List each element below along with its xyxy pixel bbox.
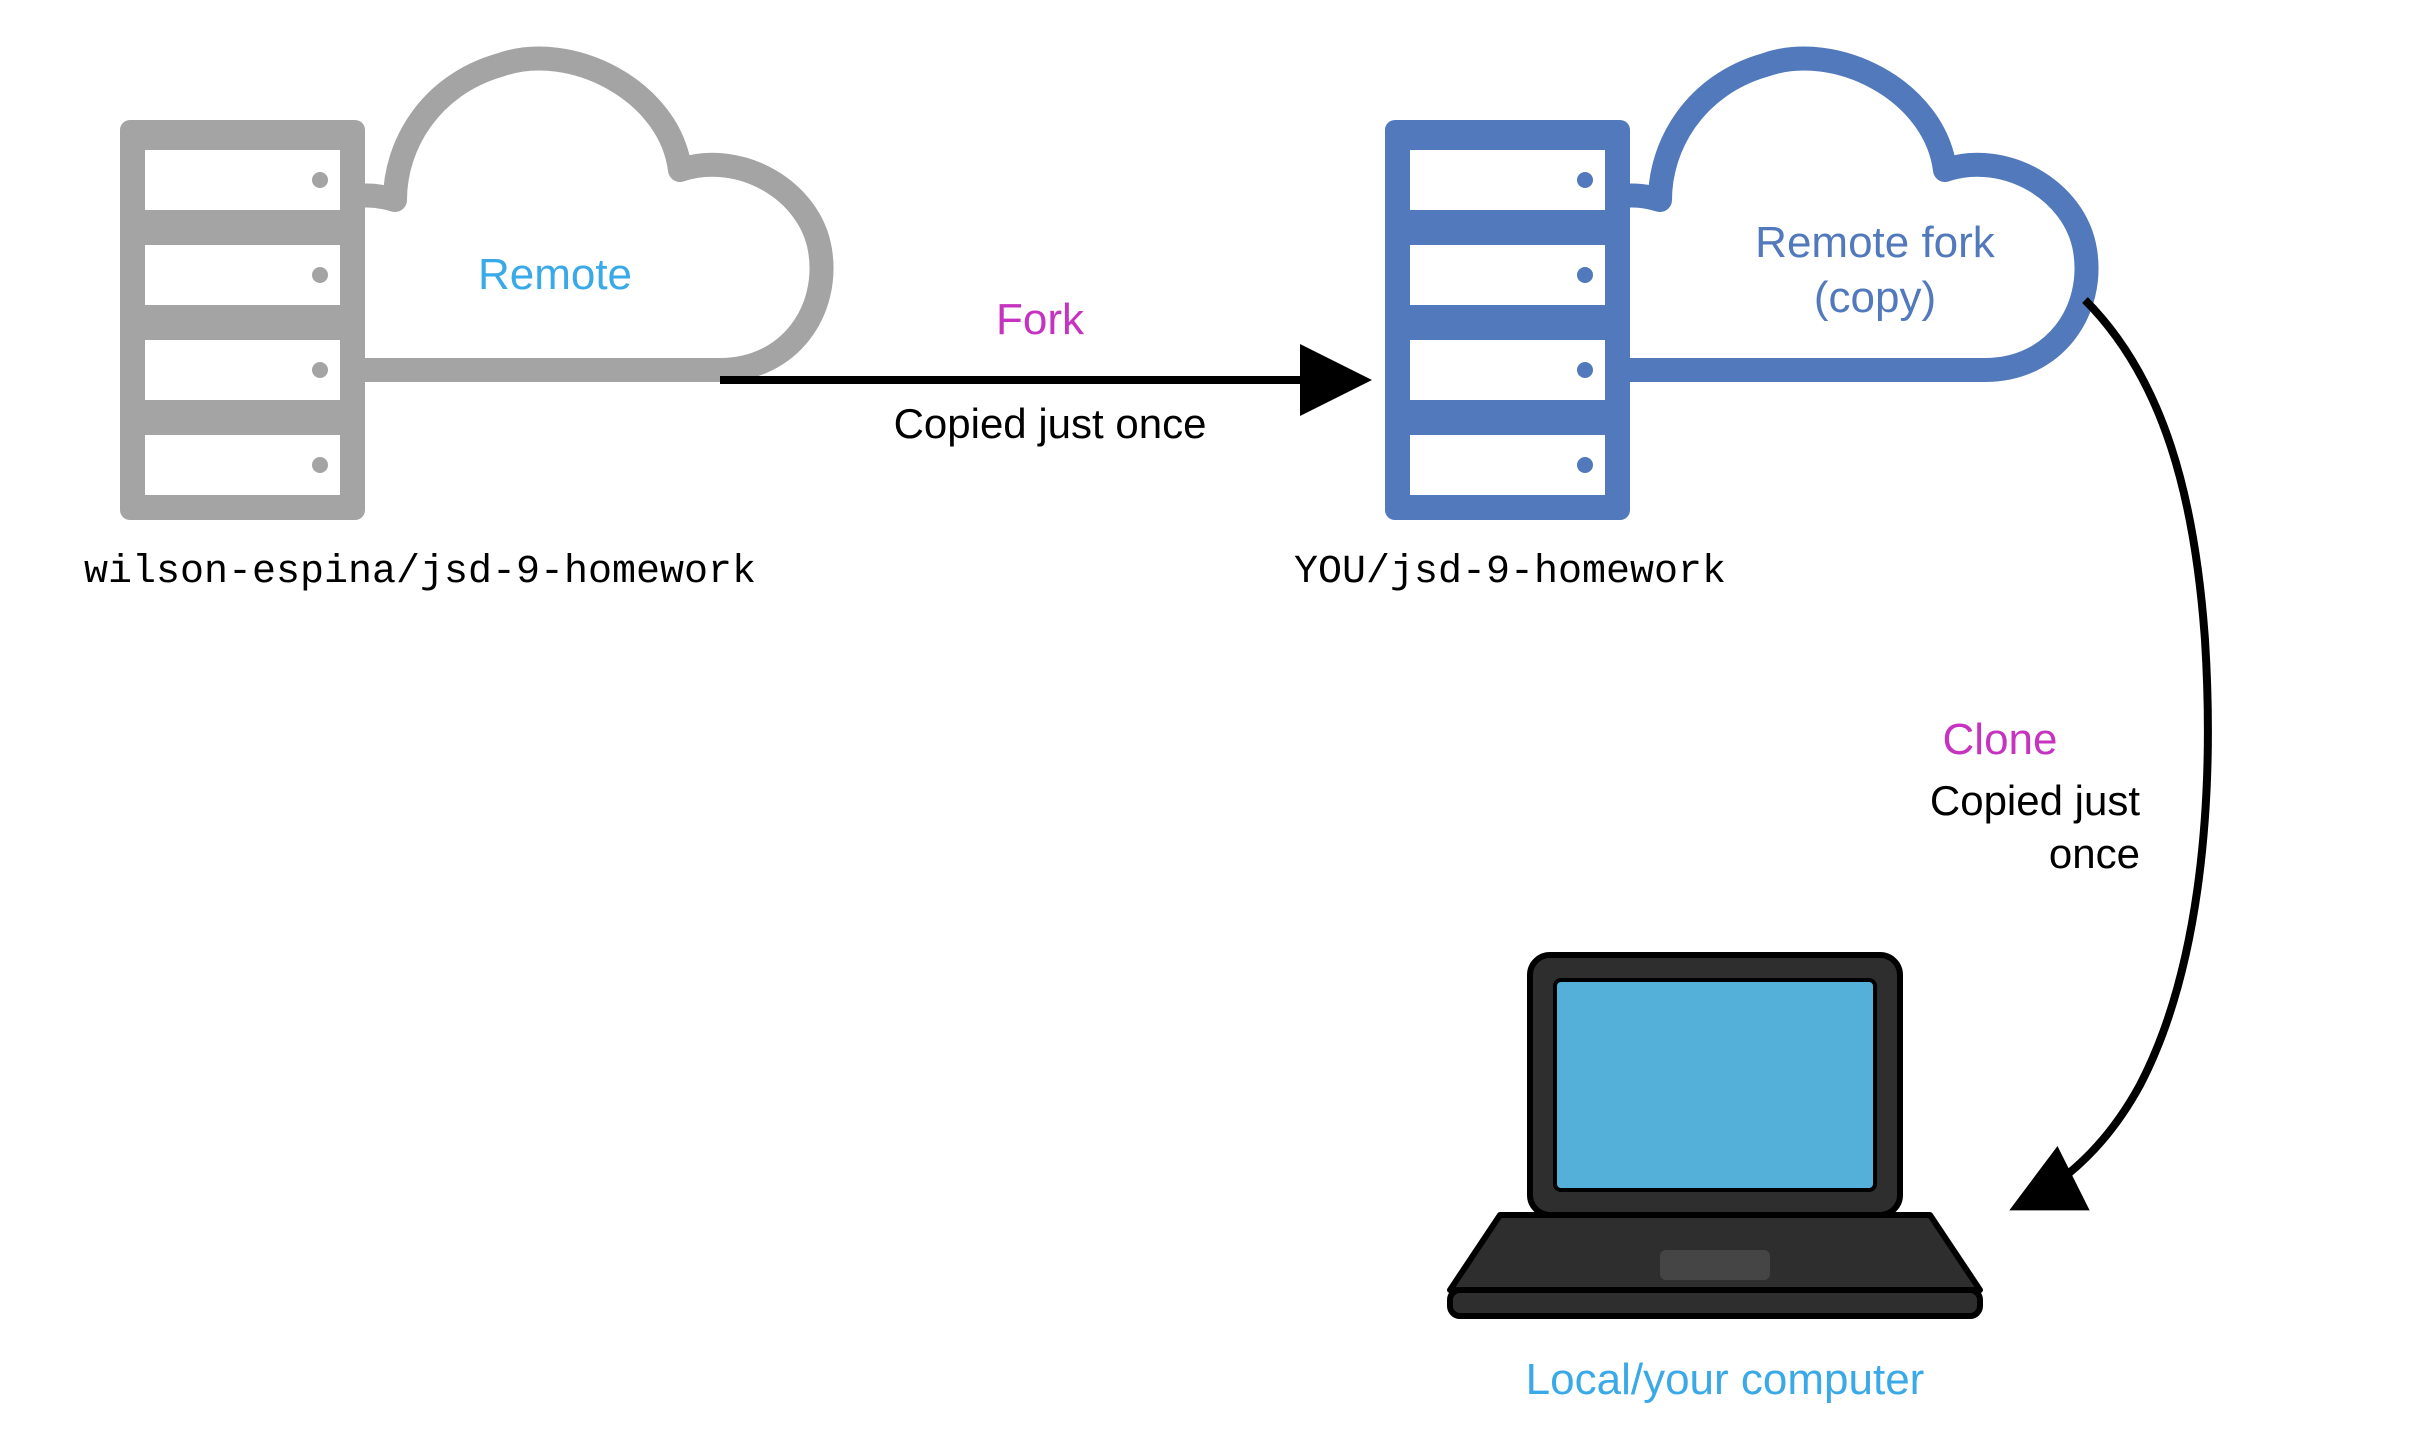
origin-repo-label: wilson-espina/jsd-9-homework xyxy=(80,550,760,595)
fork-cloud-label: Remote fork (copy) xyxy=(1715,215,2035,325)
diagram-canvas: Remote wilson-espina/jsd-9-homework Fork… xyxy=(0,0,2432,1444)
fork-repo-label: YOU/jsd-9-homework xyxy=(1260,550,1760,595)
local-computer-label: Local/your computer xyxy=(1490,1355,1960,1405)
server-icon-fork xyxy=(1385,120,1630,520)
clone-action-label: Clone xyxy=(1900,715,2100,765)
laptop-icon xyxy=(1450,955,1980,1316)
fork-copy-label: Copied just once xyxy=(850,400,1250,448)
fork-action-label: Fork xyxy=(940,295,1140,345)
clone-copy-label: Copied just once xyxy=(1870,775,2140,880)
origin-cloud-label: Remote xyxy=(455,250,655,300)
server-icon-origin xyxy=(120,120,365,520)
